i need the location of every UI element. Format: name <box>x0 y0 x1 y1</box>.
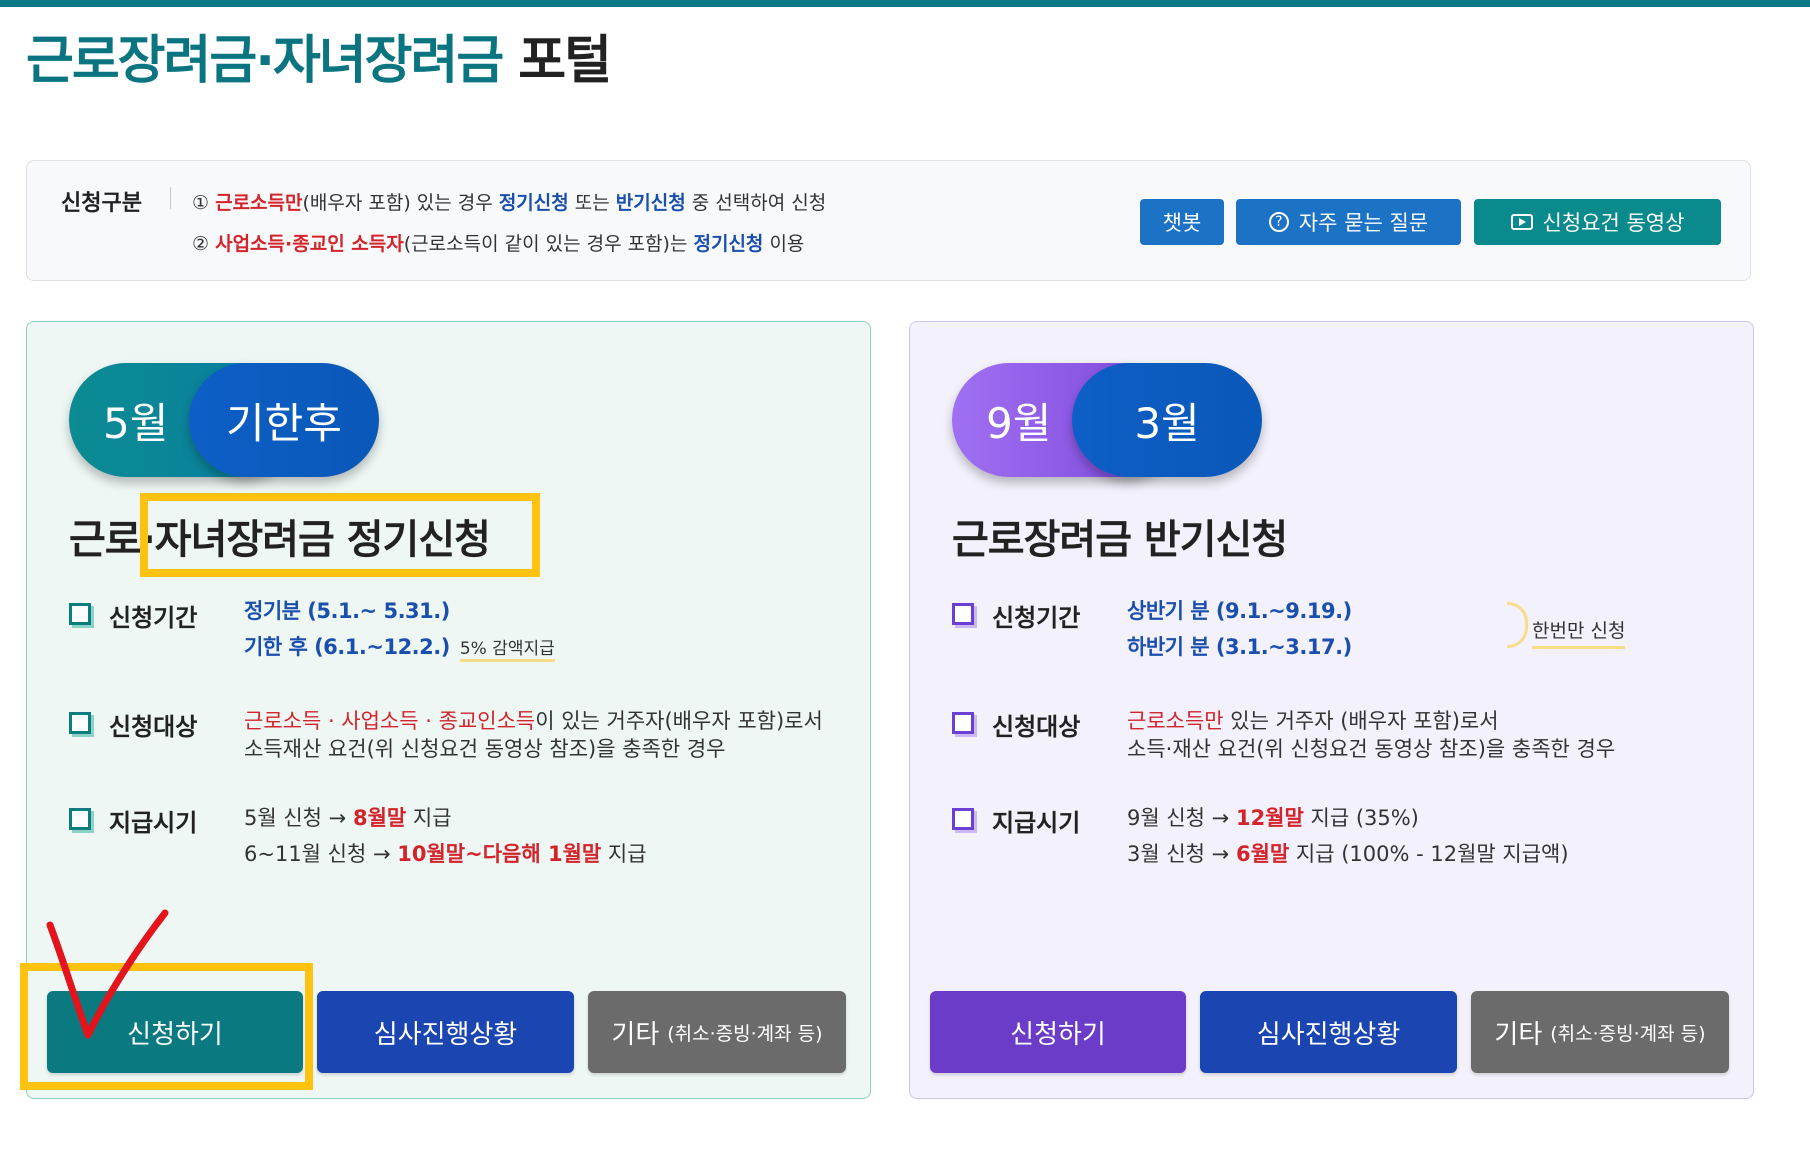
notice-text: (배우자 포함) 있는 경우 <box>302 192 499 214</box>
review-status-button[interactable]: 심사진행상황 <box>317 991 574 1073</box>
section-body: 상반기 분 (9.1.~9.19.) 하반기 분 (3.1.~3.17.) 한번… <box>1127 596 1626 662</box>
question-circle-icon: ? <box>1268 212 1289 232</box>
other-label-detail: (취소·증빙·계좌 등) <box>1550 1022 1706 1045</box>
page-title-accent: 근로장려금·자녀장려금 <box>26 31 504 91</box>
notice-emphasis: 반기신청 <box>615 192 686 214</box>
checkbox-square-icon <box>69 712 91 734</box>
checkbox-square-icon <box>952 603 974 625</box>
payment-text: 3월 신청 → <box>1127 842 1236 866</box>
notice-text: (근로소득이 같이 있는 경우 포함)는 <box>403 233 694 255</box>
apply-button[interactable]: 신청하기 <box>930 991 1186 1073</box>
reduction-note: 5% 감액지급 <box>459 639 555 662</box>
bracket-decoration <box>1507 602 1528 648</box>
notice-emphasis: 사업소득·종교인 소득자 <box>215 233 404 255</box>
payment-text: 5월 신청 → <box>244 806 353 830</box>
section-label: 신청기간 <box>109 604 198 632</box>
payment-text: 9월 신청 → <box>1127 806 1236 830</box>
page-title: 근로장려금·자녀장려금 포털 <box>26 18 612 93</box>
other-services-button[interactable]: 기타 (취소·증빙·계좌 등) <box>588 991 846 1073</box>
review-status-label: 심사진행상황 <box>373 1019 518 1050</box>
card-button-row: 신청하기 심사진행상황 기타 (취소·증빙·계좌 등) <box>930 991 1729 1073</box>
apply-button[interactable]: 신청하기 <box>47 991 303 1073</box>
notice-text: 중 선택하여 신청 <box>685 192 827 214</box>
faq-button-label: 자주 묻는 질문 <box>1298 211 1429 235</box>
payment-text: 지급 (35%) <box>1303 806 1419 830</box>
period-line-2: 하반기 분 (3.1.~3.17.) <box>1127 635 1352 659</box>
other-services-button[interactable]: 기타 (취소·증빙·계좌 등) <box>1471 991 1729 1073</box>
payment-date: 8월말 <box>352 806 407 830</box>
section-body: 근로소득 · 사업소득 · 종교인소득이 있는 거주자(배우자 포함)로서 소득… <box>244 707 823 763</box>
income-types: 근로소득만 <box>1127 709 1224 733</box>
semiannual-application-card: 9월 3월 근로장려금 반기신청 신청기간 상반기 분 (9.1.~9.19.)… <box>909 321 1754 1099</box>
regular-application-card: 5월 기한후 근로·자녀장려금 정기신청 신청기간 정기분 (5.1.~ 5.3… <box>26 321 871 1099</box>
section-label: 지급시기 <box>109 809 198 837</box>
payment-text: 지급 (100% - 12월말 지급액) <box>1289 842 1569 866</box>
payment-date: 6월말 <box>1235 842 1290 866</box>
section-body: 근로소득만 있는 거주자 (배우자 포함)로서 소득·재산 요건(위 신청요건 … <box>1127 707 1615 763</box>
payment-date: 12월말 <box>1235 806 1304 830</box>
play-video-icon <box>1510 214 1533 230</box>
income-types: 근로소득 · 사업소득 · 종교인소득 <box>244 709 536 733</box>
pill-after-deadline: 기한후 <box>189 363 379 477</box>
period-pill: 9월 3월 <box>952 363 1262 477</box>
notice-line-2: ② 사업소득·종교인 소득자(근로소득이 같이 있는 경우 포함)는 정기신청 … <box>192 229 804 256</box>
period-line-1: 정기분 (5.1.~ 5.31.) <box>244 599 450 623</box>
pill-month-march: 3월 <box>1072 363 1262 477</box>
chatbot-button[interactable]: 챗봇 <box>1140 199 1224 245</box>
section-body: 5월 신청 → 8월말 지급 6~11월 신청 → 10월말~다음해 1월말 지… <box>244 803 647 869</box>
page-title-rest: 포털 <box>518 31 612 91</box>
other-label: 기타 <box>611 1019 660 1050</box>
apply-button-label: 신청하기 <box>127 1019 223 1050</box>
payment-text: 지급 <box>601 842 647 866</box>
notice-emphasis: 근로소득만 <box>215 192 303 214</box>
notice-divider <box>170 187 171 209</box>
notice-line-1: ① 근로소득만(배우자 포함) 있는 경우 정기신청 또는 반기신청 중 선택하… <box>192 188 826 215</box>
payment-text: 6~11월 신청 → <box>244 842 398 866</box>
notice-emphasis: 정기신청 <box>693 233 764 255</box>
review-status-label: 심사진행상황 <box>1256 1019 1401 1050</box>
requirements-video-button[interactable]: 신청요건 동영상 <box>1474 199 1721 245</box>
video-button-label: 신청요건 동영상 <box>1542 211 1685 235</box>
review-status-button[interactable]: 심사진행상황 <box>1200 991 1457 1073</box>
notice-emphasis: 정기신청 <box>498 192 569 214</box>
payment-date: 10월말~다음해 1월말 <box>397 842 602 866</box>
num-marker: ② <box>192 233 210 255</box>
apply-once-note: 한번만 신청 <box>1532 616 1626 649</box>
section-label: 신청기간 <box>992 604 1081 632</box>
top-accent-bar <box>0 0 1810 7</box>
apply-button-label: 신청하기 <box>1010 1019 1106 1050</box>
application-type-notice: 신청구분 ① 근로소득만(배우자 포함) 있는 경우 정기신청 또는 반기신청 … <box>26 160 1751 281</box>
checkbox-square-icon <box>952 808 974 830</box>
checkbox-square-icon <box>952 712 974 734</box>
faq-button[interactable]: ? 자주 묻는 질문 <box>1236 199 1461 245</box>
eligibility-text: 있는 거주자 (배우자 포함)로서 <box>1223 709 1499 733</box>
other-label: 기타 <box>1494 1019 1543 1050</box>
notice-label: 신청구분 <box>61 191 142 216</box>
card-button-row: 신청하기 심사진행상황 기타 (취소·증빙·계좌 등) <box>47 991 846 1073</box>
payment-text: 지급 <box>406 806 452 830</box>
card-title: 근로·자녀장려금 정기신청 <box>69 517 491 563</box>
eligibility-text: 이 있는 거주자(배우자 포함)로서 <box>535 709 823 733</box>
checkbox-square-icon <box>69 808 91 830</box>
chatbot-button-label: 챗봇 <box>1162 211 1202 235</box>
period-pill: 5월 기한후 <box>69 363 379 477</box>
section-label: 지급시기 <box>992 809 1081 837</box>
section-body: 9월 신청 → 12월말 지급 (35%) 3월 신청 → 6월말 지급 (10… <box>1127 803 1569 869</box>
eligibility-text-2: 소득재산 요건(위 신청요건 동영상 참조)을 충족한 경우 <box>244 737 726 761</box>
section-body: 정기분 (5.1.~ 5.31.) 기한 후 (6.1.~12.2.) 5% 감액… <box>244 596 555 664</box>
section-label: 신청대상 <box>992 713 1081 741</box>
period-line-1: 상반기 분 (9.1.~9.19.) <box>1127 599 1352 623</box>
card-title: 근로장려금 반기신청 <box>952 517 1288 563</box>
period-line-2: 기한 후 (6.1.~12.2.) <box>244 635 450 659</box>
eligibility-text-2: 소득·재산 요건(위 신청요건 동영상 참조)을 충족한 경우 <box>1127 737 1616 761</box>
notice-text: 또는 <box>568 192 616 214</box>
section-label: 신청대상 <box>109 713 198 741</box>
checkbox-square-icon <box>69 603 91 625</box>
num-marker: ① <box>192 192 210 214</box>
notice-text: 이용 <box>763 233 805 255</box>
other-label-detail: (취소·증빙·계좌 등) <box>667 1022 823 1045</box>
